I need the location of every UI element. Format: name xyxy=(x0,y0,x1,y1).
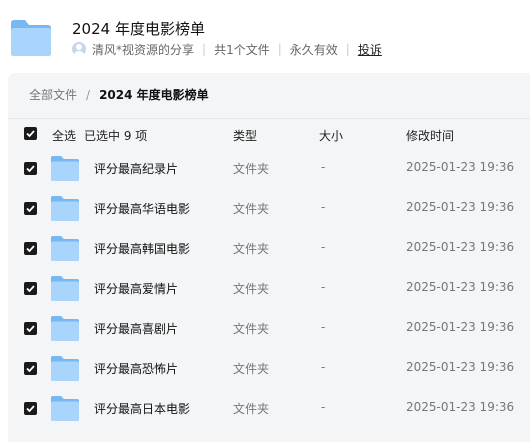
table-row[interactable]: 评分最高华语电影 文件夹 - 2025-01-23 19:36 xyxy=(8,188,530,228)
file-size: - xyxy=(321,320,326,334)
file-type: 文件夹 xyxy=(233,322,270,336)
table-row[interactable]: 评分最高纪录片 文件夹 - 2025-01-23 19:36 xyxy=(8,148,530,188)
file-modified: 2025-01-23 19:36 xyxy=(406,240,515,254)
file-size: - xyxy=(321,280,326,294)
folder-icon xyxy=(51,156,79,181)
folder-icon xyxy=(51,236,79,261)
file-size: - xyxy=(321,160,326,174)
table-row[interactable]: 评分最高喜剧片 文件夹 - 2025-01-23 19:36 xyxy=(8,308,530,348)
breadcrumb: 全部文件 / 2024 年度电影榜单 xyxy=(29,86,209,103)
folder-icon xyxy=(11,20,51,56)
file-modified: 2025-01-23 19:36 xyxy=(406,160,515,174)
user-avatar-icon xyxy=(72,42,86,56)
share-header: 2024 年度电影榜单 清风*视资源的分享 | 共1个文件 | 永久有效 | 投… xyxy=(0,0,530,70)
divider: | xyxy=(202,42,207,56)
file-size: - xyxy=(321,240,326,254)
table-row[interactable]: 评分最高日本电影 文件夹 - 2025-01-23 19:36 xyxy=(8,388,530,428)
column-header-type[interactable]: 类型 xyxy=(233,127,257,144)
file-modified: 2025-01-23 19:36 xyxy=(406,280,515,294)
select-all-checkbox[interactable] xyxy=(24,127,37,140)
check-icon xyxy=(26,365,35,373)
folder-icon xyxy=(51,276,79,301)
file-size: - xyxy=(321,360,326,374)
row-checkbox[interactable] xyxy=(24,162,37,175)
file-name[interactable]: 评分最高日本电影 xyxy=(94,400,190,417)
file-modified: 2025-01-23 19:36 xyxy=(406,200,515,214)
breadcrumb-root[interactable]: 全部文件 xyxy=(29,86,77,103)
table-row[interactable]: 评分最高恐怖片 文件夹 - 2025-01-23 19:36 xyxy=(8,348,530,388)
check-icon xyxy=(26,245,35,253)
file-type: 文件夹 xyxy=(233,162,270,176)
table-row[interactable]: 评分最高爱情片 文件夹 - 2025-01-23 19:36 xyxy=(8,268,530,308)
check-icon xyxy=(26,285,35,293)
share-title: 2024 年度电影榜单 xyxy=(72,20,205,38)
row-checkbox[interactable] xyxy=(24,202,37,215)
validity: 永久有效 xyxy=(289,42,338,57)
file-list: 评分最高纪录片 文件夹 -2025-01-23 19:36 评分最高华语电影 文件夹 -2… xyxy=(8,148,530,428)
breadcrumb-current: 2024 年度电影榜单 xyxy=(99,88,209,102)
divider: | xyxy=(345,42,350,56)
file-modified: 2025-01-23 19:36 xyxy=(406,320,515,334)
check-icon xyxy=(26,165,35,173)
file-name[interactable]: 评分最高喜剧片 xyxy=(94,320,178,337)
folder-icon xyxy=(51,396,79,421)
file-modified: 2025-01-23 19:36 xyxy=(406,400,515,414)
folder-icon xyxy=(51,316,79,341)
file-type: 文件夹 xyxy=(233,282,270,296)
folder-icon xyxy=(51,196,79,221)
check-icon xyxy=(26,130,35,138)
file-size: - xyxy=(321,400,326,414)
column-header-modified[interactable]: 修改时间 xyxy=(406,127,454,144)
file-type: 文件夹 xyxy=(233,202,270,216)
check-icon xyxy=(26,205,35,213)
row-checkbox[interactable] xyxy=(24,282,37,295)
file-type: 文件夹 xyxy=(233,362,270,376)
file-name[interactable]: 评分最高华语电影 xyxy=(94,200,190,217)
table-row[interactable]: 评分最高韩国电影 文件夹 - 2025-01-23 19:36 xyxy=(8,228,530,268)
file-name[interactable]: 评分最高韩国电影 xyxy=(94,240,190,257)
file-name[interactable]: 评分最高纪录片 xyxy=(94,160,178,177)
selected-count: 已选中 9 项 xyxy=(84,129,148,143)
file-type: 文件夹 xyxy=(233,402,270,416)
file-panel: 全部文件 / 2024 年度电影榜单 全选 已选中 9 项 类型 大小 修改时间… xyxy=(8,73,530,442)
file-type: 文件夹 xyxy=(233,242,270,256)
divider: | xyxy=(277,42,282,56)
file-count: 共1个文件 xyxy=(214,42,270,57)
row-checkbox[interactable] xyxy=(24,242,37,255)
check-icon xyxy=(26,325,35,333)
column-header-size[interactable]: 大小 xyxy=(319,127,343,144)
check-icon xyxy=(26,405,35,413)
report-link[interactable]: 投诉 xyxy=(358,41,382,58)
file-name[interactable]: 评分最高爱情片 xyxy=(94,280,178,297)
table-header: 全选 已选中 9 项 类型 大小 修改时间 xyxy=(8,118,530,148)
file-size: - xyxy=(321,200,326,214)
share-owner: 清风*视资源的分享 xyxy=(92,42,195,57)
select-all-label[interactable]: 全选 xyxy=(52,127,76,144)
folder-icon xyxy=(51,356,79,381)
file-modified: 2025-01-23 19:36 xyxy=(406,360,515,374)
row-checkbox[interactable] xyxy=(24,402,37,415)
file-name[interactable]: 评分最高恐怖片 xyxy=(94,360,178,377)
row-checkbox[interactable] xyxy=(24,322,37,335)
breadcrumb-separator: / xyxy=(86,87,91,102)
row-checkbox[interactable] xyxy=(24,362,37,375)
share-meta: 清风*视资源的分享 | 共1个文件 | 永久有效 | 投诉 xyxy=(72,40,382,58)
